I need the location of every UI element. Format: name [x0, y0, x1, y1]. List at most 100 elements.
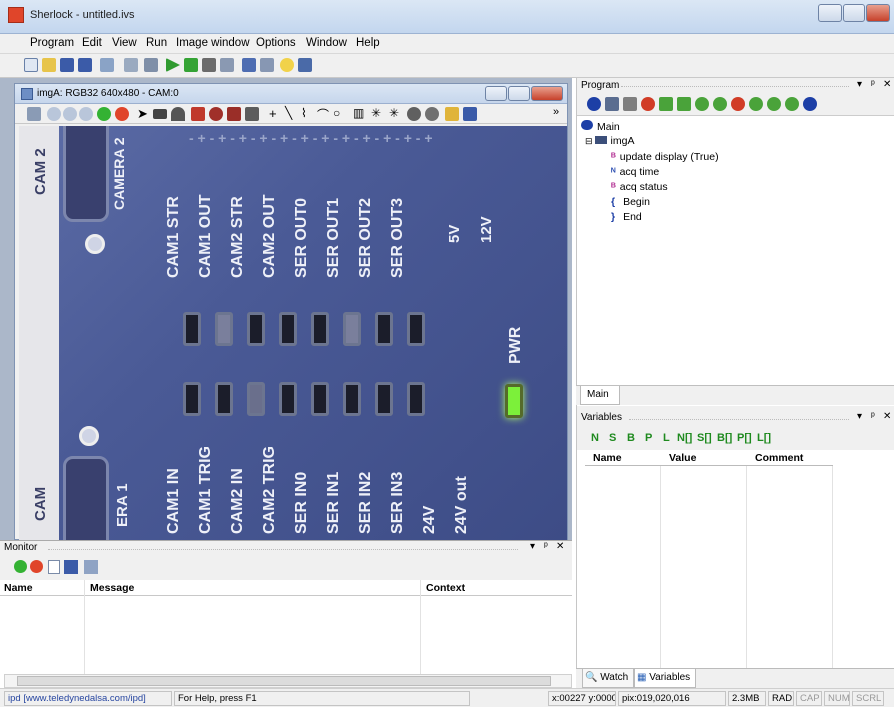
image-properties-icon[interactable] — [27, 107, 41, 121]
continue-icon[interactable] — [260, 58, 274, 72]
horizontal-scrollbar[interactable] — [4, 674, 572, 688]
menu-program[interactable]: Program — [30, 37, 74, 49]
circle-tool-icon[interactable] — [209, 107, 223, 121]
type-b-array-button[interactable]: B[] — [717, 432, 732, 444]
annulus-rake-icon[interactable] — [407, 107, 421, 121]
panel-dropdown-icon[interactable]: ▾ — [857, 411, 862, 422]
tree-node-acq-status[interactable]: ᴮ acq status — [611, 181, 668, 193]
pause-icon[interactable] — [242, 58, 256, 72]
jump-icon[interactable] — [677, 97, 691, 111]
menu-help[interactable]: Help — [356, 37, 380, 49]
zoom-icon[interactable] — [47, 107, 61, 121]
panel-close-icon[interactable]: ✕ — [883, 411, 891, 422]
arc-roi-icon[interactable] — [171, 107, 185, 121]
zoom-in-icon[interactable] — [63, 107, 77, 121]
step-icon[interactable] — [220, 58, 234, 72]
panel-close-icon[interactable]: ✕ — [556, 541, 564, 552]
new-icon[interactable] — [24, 58, 38, 72]
column-header-value[interactable]: Value — [661, 450, 747, 466]
target-icon[interactable] — [425, 107, 439, 121]
type-s-array-button[interactable]: S[] — [697, 432, 712, 444]
stop-monitor-icon[interactable] — [30, 560, 43, 573]
tree-node-end[interactable]: } End — [611, 211, 642, 223]
type-n-button[interactable]: N — [591, 432, 599, 444]
polygon-tool-icon[interactable] — [245, 107, 259, 121]
stop-icon[interactable] — [202, 58, 216, 72]
menu-run[interactable]: Run — [146, 37, 167, 49]
preview-icon[interactable] — [100, 58, 114, 72]
lightbulb-icon[interactable] — [280, 58, 294, 72]
panel-close-icon[interactable]: ✕ — [883, 79, 891, 90]
type-l-array-button[interactable]: L[] — [757, 432, 771, 444]
live-green-icon[interactable] — [97, 107, 111, 121]
circle-line-icon[interactable]: ○ — [333, 106, 340, 120]
image-maximize-button[interactable] — [508, 86, 530, 101]
point-tool-icon[interactable]: + — [269, 106, 277, 121]
start-monitor-icon[interactable] — [14, 560, 27, 573]
tab-main[interactable]: Main — [580, 386, 620, 405]
camera-image[interactable]: CAM 2 CAMERA 2 CAM1 STR CAM1 OUT CAM2 ST… — [19, 126, 567, 540]
column-header-name[interactable]: Name — [585, 450, 661, 466]
menu-options[interactable]: Options — [256, 37, 296, 49]
ifs-icon[interactable] — [767, 97, 781, 111]
toolbar-overflow-icon[interactable]: » — [553, 106, 559, 118]
load-image-icon[interactable] — [445, 107, 459, 121]
run-icon[interactable] — [166, 58, 180, 72]
save-image-icon[interactable] — [463, 107, 477, 121]
open-icon[interactable] — [42, 58, 56, 72]
spoke-tool-icon[interactable]: ✳ — [371, 106, 381, 120]
stop-instruction-icon[interactable] — [731, 97, 745, 111]
try-icon[interactable] — [785, 97, 799, 111]
minimize-button[interactable] — [818, 4, 842, 22]
menu-edit[interactable]: Edit — [82, 37, 102, 49]
image-minimize-button[interactable] — [485, 86, 507, 101]
sub-icon[interactable] — [803, 97, 817, 111]
menu-view[interactable]: View — [112, 37, 137, 49]
type-s-button[interactable]: S — [609, 432, 616, 444]
pin-icon[interactable]: ᵖ — [871, 411, 875, 422]
camera-icon[interactable] — [124, 58, 138, 72]
type-l-button[interactable]: L — [663, 432, 670, 444]
filter-icon[interactable] — [84, 560, 98, 574]
annulus-tool-icon[interactable] — [227, 107, 241, 121]
acquire-icon[interactable] — [605, 97, 619, 111]
panel-dropdown-icon[interactable]: ▾ — [530, 541, 535, 552]
set-icon[interactable] — [641, 97, 655, 111]
stop-red-icon[interactable] — [115, 107, 129, 121]
tree-node-begin[interactable]: {Begin — [611, 196, 650, 208]
tree-node-main[interactable]: Main — [581, 120, 620, 133]
tree-node-acq-time[interactable]: ᴺ acq time — [611, 166, 659, 178]
pin-icon[interactable]: ᵖ — [871, 79, 875, 90]
collapse-icon[interactable]: ⊟ — [585, 136, 593, 146]
clear-icon[interactable] — [48, 560, 60, 574]
rectangle-roi-icon[interactable] — [153, 109, 167, 119]
sigma-icon[interactable] — [298, 58, 312, 72]
pin-icon[interactable]: ᵖ — [544, 541, 548, 552]
save-as-icon[interactable] — [78, 58, 92, 72]
polyline-tool-icon[interactable]: ⌇ — [301, 106, 307, 120]
pointer-icon[interactable]: ➤ — [137, 106, 148, 122]
run-once-icon[interactable] — [184, 58, 198, 72]
image-close-button[interactable] — [531, 86, 563, 101]
save-icon[interactable] — [60, 58, 74, 72]
type-b-button[interactable]: B — [627, 432, 635, 444]
rect-tool-icon[interactable] — [191, 107, 205, 121]
tree-node-update-display[interactable]: ᴮ update display (True) — [611, 151, 719, 163]
if-icon[interactable] — [749, 97, 763, 111]
scrollbar-thumb[interactable] — [17, 676, 551, 686]
arc-tool-icon[interactable]: ⌒ — [317, 106, 329, 123]
column-header-context[interactable]: Context — [426, 582, 465, 594]
run-instruction-icon[interactable] — [713, 97, 727, 111]
tree-node-imga[interactable]: ⊟ imgA — [585, 135, 634, 147]
maximize-button[interactable] — [843, 4, 865, 22]
image-icon[interactable] — [144, 58, 158, 72]
spoke-out-icon[interactable]: ✳ — [389, 106, 399, 120]
rake-tool-icon[interactable]: ▥ — [353, 106, 364, 120]
label-icon[interactable] — [695, 97, 709, 111]
menu-image-window[interactable]: Image window — [176, 37, 250, 49]
menu-window[interactable]: Window — [306, 37, 347, 49]
panel-dropdown-icon[interactable]: ▾ — [857, 79, 862, 90]
status-link[interactable]: ipd [www.teledynedalsa.com/ipd] — [4, 691, 172, 706]
column-header-message[interactable]: Message — [90, 582, 134, 594]
call-icon[interactable] — [659, 97, 673, 111]
